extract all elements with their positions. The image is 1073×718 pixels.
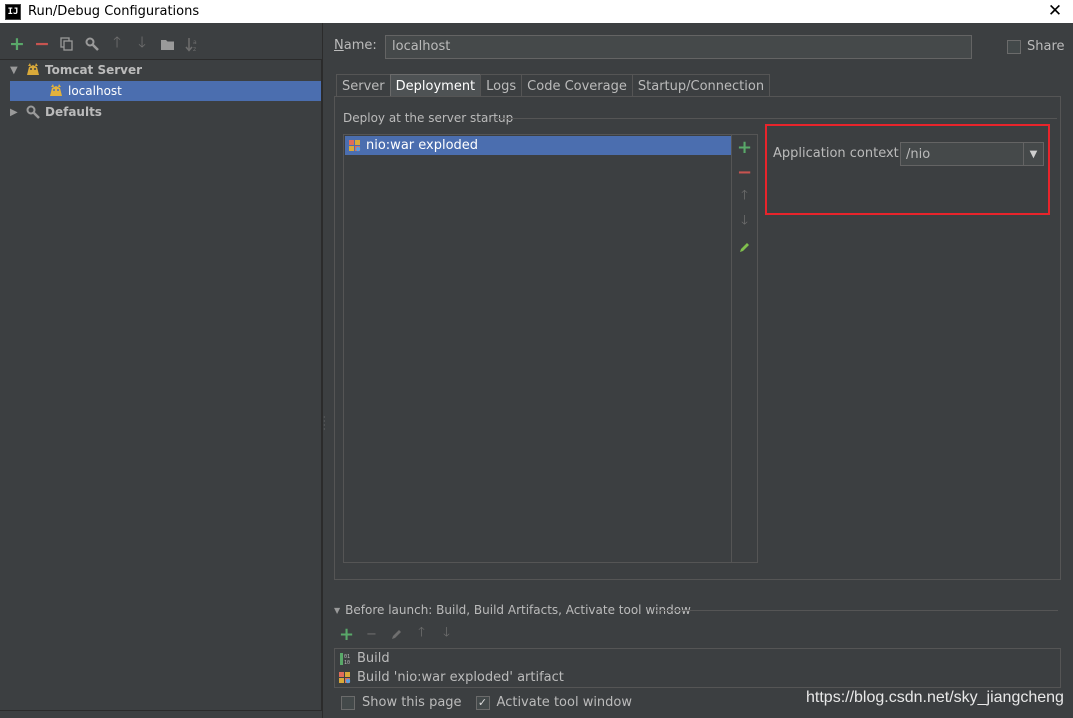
pencil-icon[interactable]: [387, 624, 406, 644]
tree-item-label: localhost: [68, 84, 122, 98]
remove-icon[interactable]: −: [732, 162, 757, 183]
tab-code-coverage[interactable]: Code Coverage: [521, 74, 633, 97]
section-divider: [495, 118, 1057, 119]
list-item[interactable]: Build 'nio:war exploded' artifact: [336, 668, 1059, 687]
tab-startup-connection[interactable]: Startup/Connection: [631, 74, 771, 97]
copy-icon[interactable]: [58, 35, 76, 53]
add-icon[interactable]: +: [337, 624, 356, 645]
remove-icon[interactable]: −: [33, 33, 51, 55]
add-icon[interactable]: +: [8, 33, 26, 55]
artifact-label: nio:war exploded: [366, 138, 479, 153]
artifact-toolbar: + − 🡑 🡓: [732, 134, 758, 563]
activate-tool-window-label: Activate tool window: [496, 695, 633, 710]
binary-icon: 01 10: [336, 652, 354, 666]
before-launch-header[interactable]: ▼ Before launch: Build, Build Artifacts,…: [334, 603, 691, 617]
application-context-label: Application context:: [773, 146, 904, 161]
arrow-up-icon[interactable]: 🡑: [108, 33, 126, 53]
show-this-page-label: Show this page: [362, 695, 462, 710]
title-bar: IJ Run/Debug Configurations ✕: [0, 0, 1073, 23]
name-field[interactable]: localhost: [385, 35, 972, 59]
expanded-arrow-icon[interactable]: ▼: [10, 65, 24, 76]
wrench-icon[interactable]: [83, 35, 101, 53]
wrench-icon: [24, 104, 42, 120]
folder-icon[interactable]: [158, 35, 176, 53]
configurations-tree: ▼ Tomcat Server localhost ▶ Defaults: [0, 59, 322, 711]
tab-logs[interactable]: Logs: [480, 74, 523, 97]
checkbox-box[interactable]: [1007, 39, 1021, 54]
tree-item-defaults[interactable]: ▶ Defaults: [10, 102, 321, 122]
splitter-grip-icon[interactable]: · · · ·: [323, 414, 327, 434]
tomcat-icon: [24, 62, 42, 78]
arrow-up-icon[interactable]: 🡑: [732, 187, 757, 207]
collapsed-arrow-icon[interactable]: ▶: [10, 107, 24, 118]
section-divider: [656, 610, 1058, 611]
before-launch-list[interactable]: 01 10 Build Build 'nio:war exploded' arti…: [334, 648, 1061, 688]
arrow-down-icon[interactable]: 🡓: [133, 33, 151, 53]
tab-strip: Server Deployment Logs Code Coverage Sta…: [336, 74, 771, 97]
checkmark-icon[interactable]: ✓: [475, 695, 490, 710]
expanded-arrow-icon[interactable]: ▼: [334, 606, 340, 615]
window-title: Run/Debug Configurations: [28, 4, 200, 19]
share-label: Share: [1027, 39, 1065, 54]
sort-icon[interactable]: az: [183, 35, 201, 53]
tree-item-localhost[interactable]: localhost: [10, 81, 321, 101]
tab-deployment[interactable]: Deployment: [389, 74, 482, 97]
add-icon[interactable]: +: [732, 137, 757, 158]
svg-text:a: a: [193, 39, 197, 46]
tomcat-icon: [47, 83, 65, 99]
show-this-page-checkbox[interactable]: Show this page: [341, 695, 462, 710]
arrow-up-icon[interactable]: 🡑: [412, 624, 431, 644]
tree-item-label: Tomcat Server: [45, 63, 143, 77]
chevron-down-icon[interactable]: ▼: [1023, 143, 1043, 165]
arrow-down-icon[interactable]: 🡓: [732, 212, 757, 232]
list-item[interactable]: 01 10 Build: [336, 649, 1059, 668]
checkbox-box[interactable]: [341, 695, 355, 710]
activate-tool-window-checkbox[interactable]: ✓ Activate tool window: [475, 695, 633, 710]
before-launch-item-label: Build: [357, 651, 390, 666]
tree-item-label: Defaults: [45, 105, 102, 119]
tab-server[interactable]: Server: [336, 74, 391, 97]
application-context-value[interactable]: /nio: [901, 147, 1023, 162]
bottom-options: Show this page ✓ Activate tool window: [341, 695, 646, 710]
before-launch-label: Before launch: Build, Build Artifacts, A…: [345, 603, 691, 617]
share-checkbox[interactable]: Share: [1007, 39, 1065, 54]
arrow-down-icon[interactable]: 🡓: [437, 624, 456, 644]
deploy-section-title: Deploy at the server startup: [343, 111, 514, 125]
svg-text:z: z: [193, 46, 196, 52]
before-launch-toolbar: + − 🡑 🡓: [337, 624, 456, 645]
close-icon[interactable]: ✕: [1045, 1, 1065, 21]
pencil-icon[interactable]: [732, 237, 757, 257]
remove-icon[interactable]: −: [362, 624, 381, 644]
watermark-text: https://blog.csdn.net/sky_jiangcheng: [806, 689, 1064, 706]
name-label: Name:: [334, 38, 377, 53]
tree-item-tomcat-server[interactable]: ▼ Tomcat Server: [10, 60, 321, 80]
intellij-app-icon: IJ: [5, 3, 21, 20]
artifact-list[interactable]: nio:war exploded: [343, 134, 732, 563]
panel-splitter[interactable]: [322, 23, 323, 718]
annotation-highlight-box: [765, 124, 1050, 215]
war-artifact-icon: [336, 671, 354, 685]
application-context-combobox[interactable]: /nio ▼: [900, 142, 1044, 166]
svg-text:10: 10: [344, 660, 350, 666]
configurations-toolbar: + − 🡑 🡓 az: [8, 33, 201, 56]
configurations-panel: + − 🡑 🡓 az ▼ Tomcat Server localhost ▶ D…: [0, 23, 322, 718]
war-artifact-icon: [346, 139, 364, 153]
list-item[interactable]: nio:war exploded: [345, 136, 731, 155]
before-launch-item-label: Build 'nio:war exploded' artifact: [357, 670, 564, 685]
